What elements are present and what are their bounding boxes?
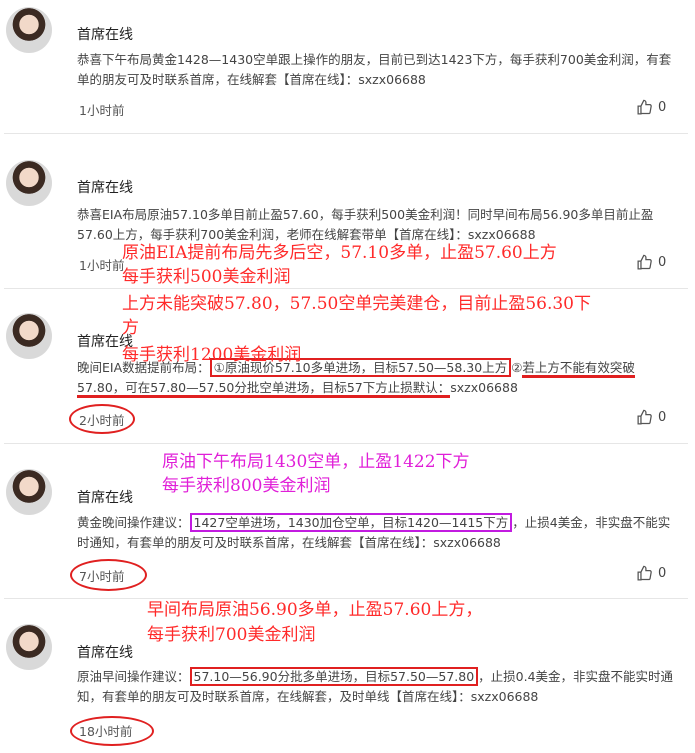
avatar[interactable] bbox=[6, 160, 52, 206]
like-button[interactable]: 0 bbox=[636, 565, 666, 582]
post-time: 7小时前 bbox=[79, 569, 125, 584]
post-time: 2小时前 bbox=[79, 413, 125, 428]
annotation-text: 原油下午布局1430空单，止盈1422下方 bbox=[162, 452, 470, 472]
content-text: ② bbox=[511, 360, 523, 375]
author-name[interactable]: 首席在线 bbox=[77, 177, 133, 197]
thumbs-up-icon bbox=[637, 409, 652, 425]
post-content: 恭喜下午布局黄金1428—1430空单跟上操作的朋友，目前已到达1423下方，每… bbox=[77, 52, 672, 87]
content-text: 原油早间操作建议： bbox=[77, 669, 190, 684]
content-text: 黄金晚间操作建议： bbox=[77, 515, 190, 530]
thumbs-up-icon bbox=[637, 254, 652, 270]
post-content: 黄金晚间操作建议： 1427空单进场，1430加仓空单，目标1420—1415下方… bbox=[77, 513, 682, 553]
divider bbox=[4, 443, 688, 444]
avatar[interactable] bbox=[6, 7, 52, 53]
post-time: 18小时前 bbox=[79, 724, 133, 739]
avatar[interactable] bbox=[6, 624, 52, 670]
post-time: 1小时前 bbox=[79, 258, 125, 273]
annotation-text: 早间布局原油56.90多单，止盈57.60上方， bbox=[147, 600, 483, 620]
avatar[interactable] bbox=[6, 469, 52, 515]
avatar[interactable] bbox=[6, 313, 52, 359]
like-button[interactable]: 0 bbox=[636, 99, 666, 116]
post-content: 恭喜EIA布局原油57.10多单目前止盈57.60，每手获利500美金利润！同时… bbox=[77, 207, 654, 242]
highlighted-buy-plan: 57.10—56.90分批多单进场，目标57.50—57.80 bbox=[189, 667, 479, 686]
annotation-text: 上方未能突破57.80，57.50空单完美建仓，目前止盈56.30下 bbox=[122, 294, 592, 314]
like-count: 0 bbox=[658, 410, 667, 425]
annotation-text: 方 bbox=[122, 318, 139, 338]
post-content: 原油早间操作建议： 57.10—56.90分批多单进场，目标57.50—57.80… bbox=[77, 667, 682, 707]
annotation-text: 每手获利500美金利润 bbox=[122, 267, 291, 287]
author-name[interactable]: 首席在线 bbox=[77, 642, 133, 662]
content-text: sxzx06688 bbox=[450, 380, 518, 395]
author-name[interactable]: 首席在线 bbox=[77, 24, 133, 44]
thumbs-up-icon bbox=[637, 565, 652, 581]
like-count: 0 bbox=[658, 100, 667, 115]
author-name[interactable]: 首席在线 bbox=[77, 487, 133, 507]
like-button[interactable]: 0 bbox=[636, 254, 666, 271]
like-button[interactable]: 0 bbox=[636, 409, 666, 426]
like-count: 0 bbox=[658, 566, 667, 581]
annotation-text: 每手获利700美金利润 bbox=[147, 625, 316, 645]
annotation-text: 原油EIA提前布局先多后空，57.10多单，止盈57.60上方 bbox=[122, 243, 557, 263]
highlighted-sell-plan: 1427空单进场，1430加仓空单，目标1420—1415下方 bbox=[189, 513, 513, 532]
post-time: 1小时前 bbox=[79, 103, 125, 118]
divider bbox=[4, 288, 688, 289]
underlined-text: 若上方不能有效突破 bbox=[522, 360, 635, 378]
divider bbox=[4, 133, 688, 134]
annotation-text: 每手获利800美金利润 bbox=[162, 476, 331, 496]
underlined-sell-plan: 57.80，可在57.80—57.50分批空单进场，目标57下方止损默认： bbox=[77, 380, 451, 398]
like-count: 0 bbox=[658, 255, 667, 270]
annotation-text: 每手获利1200美金利润 bbox=[122, 345, 302, 365]
thumbs-up-icon bbox=[637, 99, 652, 115]
